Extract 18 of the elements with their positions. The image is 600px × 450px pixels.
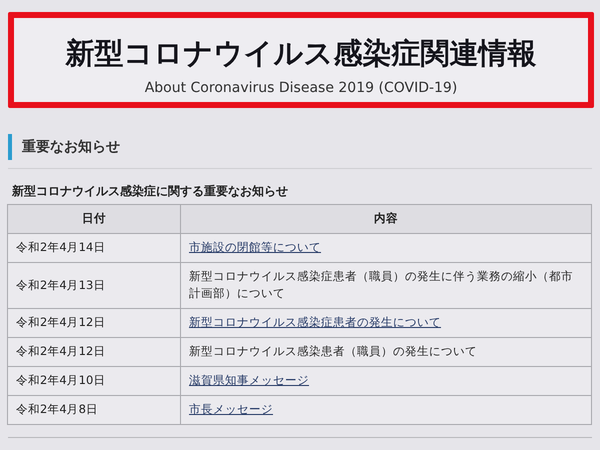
section-heading: 重要なお知らせ bbox=[22, 138, 120, 156]
date-cell: 令和2年4月12日 bbox=[8, 338, 180, 366]
notice-text: 新型コロナウイルス感染症患者（職員）の発生に伴う業務の縮小（都市計画部）について bbox=[189, 268, 573, 300]
column-header: 日付 bbox=[8, 204, 180, 234]
date-cell: 令和2年4月10日 bbox=[8, 366, 180, 396]
banner-subtitle: About Coronavirus Disease 2019 (COVID-19) bbox=[144, 80, 458, 96]
date-cell: 令和2年4月8日 bbox=[8, 395, 180, 424]
notice-text: 新型コロナウイルス感染患者（職員）の発生について bbox=[189, 344, 477, 358]
notice-link[interactable]: 市長メッセージ bbox=[189, 402, 273, 416]
date-cell: 令和2年4月14日 bbox=[8, 233, 180, 262]
banner-title: 新型コロナウイルス感染症関連情報 bbox=[64, 35, 538, 72]
accent-bar bbox=[8, 134, 12, 160]
notice-link[interactable]: 滋賀県知事メッセージ bbox=[189, 372, 309, 387]
date-cell: 令和2年4月13日 bbox=[8, 262, 180, 309]
column-header: 内容 bbox=[180, 204, 592, 234]
date-cell: 令和2年4月12日 bbox=[8, 308, 180, 338]
table-caption: 新型コロナウイルス感染症に関する重要なお知らせ bbox=[12, 183, 289, 200]
notice-link[interactable]: 市施設の閉館等について bbox=[189, 240, 321, 254]
